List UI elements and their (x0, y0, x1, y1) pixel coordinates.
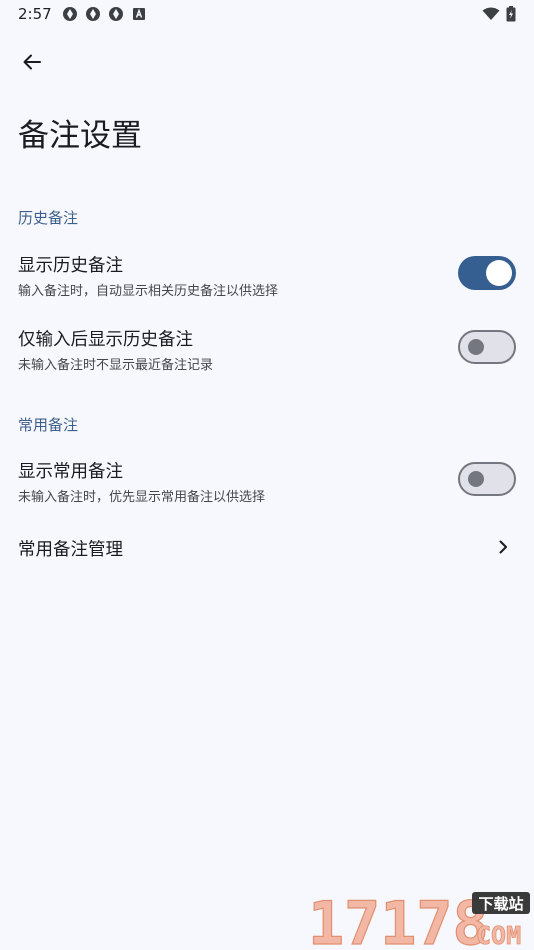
pref-title: 显示常用备注 (18, 462, 123, 482)
history-after-input-switch[interactable] (458, 330, 516, 364)
aperture-icon (85, 7, 100, 21)
pref-common-notes-management[interactable]: 常用备注管理 (0, 522, 534, 572)
pref-summary: 输入备注时，自动显示相关历史备注以供选择 (18, 284, 279, 299)
pref-summary: 未输入备注时，优先显示常用备注以供选择 (18, 490, 266, 505)
notification-icons (62, 6, 147, 22)
wifi-icon (482, 7, 500, 20)
pref-history-after-input[interactable]: 仅输入后显示历史备注 未输入备注时不显示最近备注记录 (0, 314, 534, 380)
switch-thumb (468, 471, 484, 487)
watermark-logo: 17178 下载站 COM (307, 888, 530, 950)
section-header-history: 历史备注 (18, 209, 79, 227)
status-right-icons (482, 6, 516, 22)
status-time: 2:57 (18, 5, 52, 23)
pref-title: 显示历史备注 (18, 256, 123, 276)
arrow-left-icon (23, 54, 41, 70)
aperture-icon (62, 7, 77, 21)
switch-thumb (468, 339, 484, 355)
pref-title: 仅输入后显示历史备注 (18, 330, 193, 350)
battery-icon (506, 6, 516, 22)
pref-show-history-notes[interactable]: 显示历史备注 输入备注时，自动显示相关历史备注以供选择 (0, 240, 534, 306)
switch-thumb (486, 260, 512, 286)
back-button[interactable] (14, 44, 50, 80)
page-title: 备注设置 (18, 118, 142, 154)
pref-summary: 未输入备注时不显示最近备注记录 (18, 358, 214, 373)
status-bar: 2:57 (0, 0, 534, 28)
watermark-domain: COM (476, 921, 521, 950)
section-header-common: 常用备注 (18, 416, 79, 434)
pref-show-common-notes[interactable]: 显示常用备注 未输入备注时，优先显示常用备注以供选择 (0, 446, 534, 512)
watermark-tag: 下载站 (478, 895, 523, 913)
watermark-number: 17178 (308, 889, 489, 950)
aperture-icon (108, 7, 123, 21)
font-a-icon (132, 8, 145, 20)
pref-title: 常用备注管理 (18, 540, 123, 560)
chevron-right-icon (499, 540, 507, 554)
show-history-switch[interactable] (458, 256, 516, 290)
show-common-switch[interactable] (458, 462, 516, 496)
